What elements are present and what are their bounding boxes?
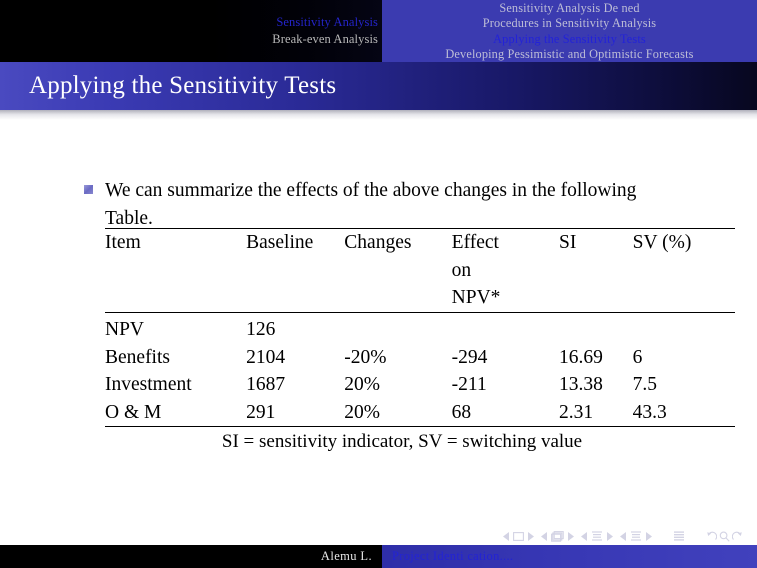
slide-content: We can summarize the effects of the abov… (0, 120, 757, 520)
column-header-effect-line-1: Effect (451, 232, 499, 253)
prev-subsection-icon[interactable] (581, 532, 588, 541)
nav-subsection-applying-the-sensitivity-tests[interactable]: Applying the Sensitivity Tests (493, 32, 646, 47)
column-header-effect-on-npv: Effect on NPV* (452, 229, 559, 313)
subsection-navigation-group (581, 531, 613, 542)
section-navigation-group (620, 531, 652, 542)
cell-changes: -20% (344, 346, 387, 368)
column-header-effect-line-3: NPV* (451, 287, 501, 308)
footer-author-section: Alemu L. (0, 545, 382, 568)
document-icon[interactable] (673, 531, 685, 542)
cell-item: O & M (105, 401, 162, 423)
cell-si: 16.69 (559, 346, 603, 368)
cell-effect: -294 (451, 346, 488, 368)
title-bar-shadow (0, 110, 757, 120)
table-row: Investment 1687 20% -211 13.38 7.5 (105, 371, 735, 399)
table-row: NPV 126 (105, 316, 735, 344)
cell-baseline: 126 (246, 319, 276, 340)
table-footnote: SI = sensitivity indicator, SV = switchi… (221, 431, 583, 452)
column-header-sv: SV (%) (632, 232, 692, 253)
cell-sv: 43.3 (632, 401, 667, 423)
nav-section-sensitivity-analysis[interactable]: Sensitivity Analysis (276, 14, 378, 31)
cell-item: Investment (105, 374, 192, 395)
cell-changes (344, 316, 451, 344)
page-title: Applying the Sensitivity Tests (29, 72, 337, 99)
column-header-changes: Changes (344, 232, 412, 253)
prev-slide-icon[interactable] (503, 532, 510, 541)
column-header-effect-line-2: on (451, 259, 472, 281)
slide-navigation-group (503, 532, 534, 541)
slide-footer: Alemu L. Project Identi cation.... (0, 545, 757, 568)
cell-sv (633, 316, 735, 344)
cell-si: 2.31 (559, 401, 594, 423)
nav-section-list: Sensitivity Analysis Break-even Analysis (0, 0, 382, 62)
nav-subsection-developing-forecasts[interactable]: Developing Pessimistic and Optimistic Fo… (445, 47, 693, 62)
footer-author: Alemu L. (320, 549, 372, 563)
navigation-bar: Sensitivity Analysis Break-even Analysis… (0, 0, 757, 62)
nav-subsection-procedures-in-sensitivity-analysis[interactable]: Procedures in Sensitivity Analysis (483, 16, 657, 31)
table-header-row: Item Baseline Changes Effect on NPV* SI … (105, 228, 735, 313)
next-subsection-icon[interactable] (606, 532, 613, 541)
frame-navigation-group (541, 531, 574, 542)
cell-si: 13.38 (559, 374, 603, 395)
sensitivity-results-table: Item Baseline Changes Effect on NPV* SI … (105, 228, 735, 427)
nav-subsection-list: Sensitivity Analysis De ned Procedures i… (382, 0, 757, 62)
search-icon[interactable] (719, 531, 730, 542)
frame-icon[interactable] (551, 531, 564, 542)
slide-title-bar: Applying the Sensitivity Tests (0, 62, 757, 110)
back-icon[interactable] (706, 531, 717, 542)
table-row: O & M 291 20% 68 2.31 43.3 (105, 399, 735, 427)
slide-icon[interactable] (513, 532, 524, 541)
column-header-si: SI (559, 232, 577, 253)
cell-effect (452, 316, 559, 344)
nav-subsection-sensitivity-analysis-defined[interactable]: Sensitivity Analysis De ned (499, 1, 639, 16)
cell-sv: 6 (632, 346, 643, 368)
cell-item: Benefits (105, 346, 170, 368)
history-navigation-group (706, 531, 743, 542)
cell-si (559, 316, 633, 344)
bullet-square-icon (84, 185, 93, 194)
nav-section-break-even-analysis[interactable]: Break-even Analysis (272, 31, 378, 48)
subsection-icon[interactable] (591, 531, 603, 542)
cell-item: NPV (105, 319, 145, 340)
sensitivity-results-table-wrapper: Item Baseline Changes Effect on NPV* SI … (105, 228, 735, 453)
prev-section-icon[interactable] (620, 532, 627, 541)
column-header-baseline: Baseline (246, 232, 314, 253)
forward-icon[interactable] (732, 531, 743, 542)
cell-baseline: 1687 (246, 374, 286, 395)
table-row: Benefits 2104 -20% -294 16.69 6 (105, 344, 735, 372)
next-section-icon[interactable] (645, 532, 652, 541)
cell-effect: -211 (451, 374, 487, 395)
next-slide-icon[interactable] (527, 532, 534, 541)
cell-changes: 20% (344, 374, 381, 395)
beamer-navigation-symbols (503, 531, 743, 542)
cell-changes: 20% (344, 401, 381, 423)
footer-document-section: Project Identi cation.... (382, 545, 757, 568)
cell-sv: 7.5 (632, 374, 658, 395)
footer-document-title: Project Identi cation.... (392, 549, 514, 563)
bullet-item-label: We can summarize the effects of the abov… (105, 180, 637, 229)
column-header-item: Item (105, 232, 141, 253)
section-icon[interactable] (630, 531, 642, 542)
cell-baseline: 291 (246, 401, 276, 423)
prev-frame-icon[interactable] (541, 532, 548, 541)
next-frame-icon[interactable] (567, 532, 574, 541)
cell-baseline: 2104 (246, 346, 286, 368)
cell-effect: 68 (451, 401, 472, 423)
bullet-list-item: We can summarize the effects of the abov… (84, 177, 684, 232)
